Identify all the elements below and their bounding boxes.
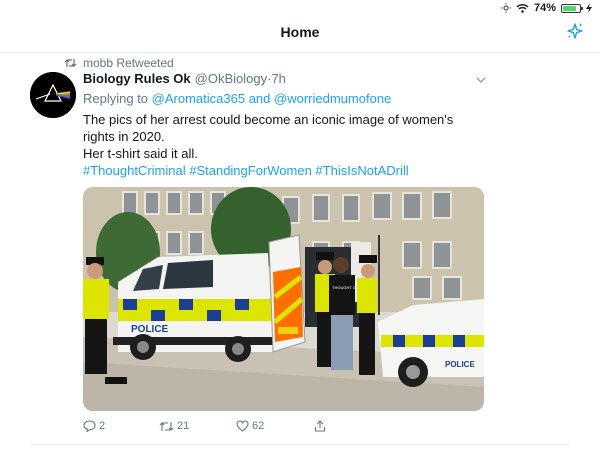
avatar[interactable] <box>30 72 76 118</box>
divider <box>30 444 570 445</box>
reply-user-link[interactable]: @worriedmumofone <box>274 91 391 106</box>
tweet: Biology Rules Ok @OkBiology · 7h Replying … <box>83 71 483 179</box>
like-count: 62 <box>252 420 265 432</box>
reply-and: and <box>248 91 271 106</box>
retweet-count: 21 <box>177 420 190 432</box>
photo-scene: POLICE POLICE THOUGHT CRIMINAL <box>83 187 484 411</box>
retweet-context: mobb Retweeted <box>64 56 174 70</box>
retweet-icon <box>64 59 77 67</box>
replying-to: Replying to @Aromatica365 and @worriedmu… <box>83 91 483 106</box>
reply-count: 2 <box>99 420 106 432</box>
tweet-text-line: Her t-shirt said it all. <box>83 146 198 161</box>
reply-icon <box>83 420 96 432</box>
reply-prefix: Replying to <box>83 91 149 106</box>
tweet-header: Biology Rules Ok @OkBiology · 7h <box>83 71 483 86</box>
heart-icon <box>236 420 249 432</box>
retweet-button[interactable]: 21 <box>159 420 189 432</box>
hashtags[interactable]: #ThoughtCriminal #StandingForWomen #This… <box>83 162 483 179</box>
car-police-label: POLICE <box>445 360 475 369</box>
reply-button[interactable]: 2 <box>83 420 105 432</box>
share-button[interactable] <box>314 420 326 432</box>
share-icon <box>314 420 326 432</box>
van-police-label: POLICE <box>131 324 169 335</box>
author-name[interactable]: Biology Rules Ok <box>83 71 191 86</box>
tweet-actions: 2 21 62 <box>83 420 383 438</box>
retweet-icon <box>159 421 174 431</box>
retweeted-by-label: mobb Retweeted <box>83 56 174 70</box>
sparkle-icon[interactable] <box>566 22 584 40</box>
tweet-text: The pics of her arrest could become an i… <box>83 111 483 179</box>
tweet-photo[interactable]: POLICE POLICE THOUGHT CRIMINAL <box>83 187 484 411</box>
tweet-time[interactable]: 7h <box>271 71 285 86</box>
top-nav-bar: Home <box>0 0 600 53</box>
author-handle[interactable]: @OkBiology <box>195 71 267 86</box>
page-title: Home <box>280 24 320 40</box>
tweet-text-line: The pics of her arrest could become an i… <box>83 112 454 144</box>
reply-user-link[interactable]: @Aromatica365 <box>152 91 245 106</box>
chevron-down-icon[interactable] <box>476 76 486 84</box>
like-button[interactable]: 62 <box>236 420 264 432</box>
prism-logo-icon <box>30 72 76 118</box>
